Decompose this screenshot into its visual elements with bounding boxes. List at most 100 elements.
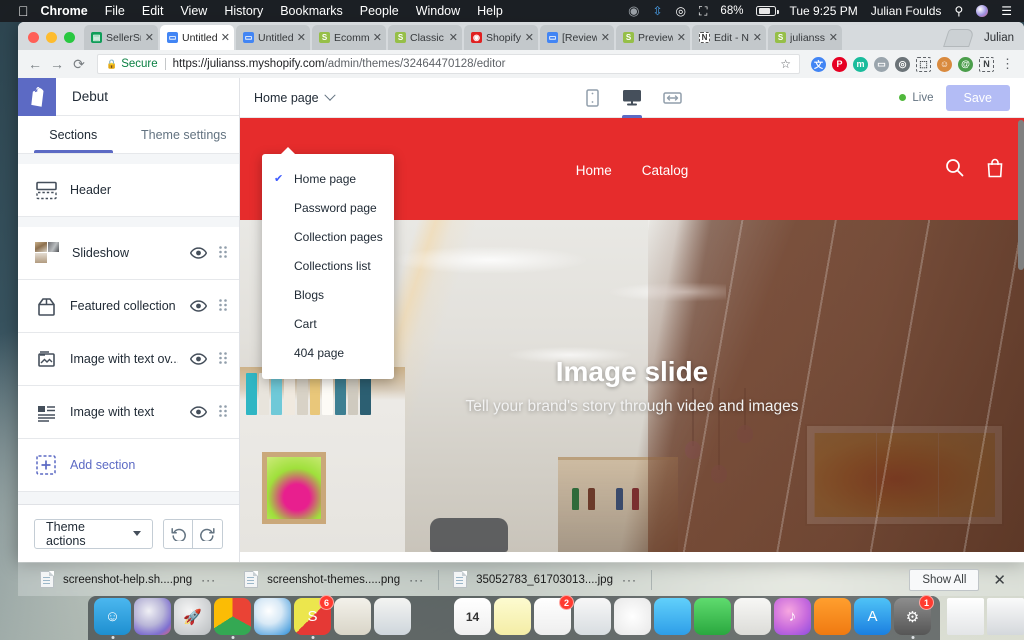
forward-button[interactable]: → xyxy=(47,54,67,74)
desktop-view-button[interactable] xyxy=(620,78,644,118)
dock-app-system-preferences[interactable]: 1 ⚙ xyxy=(894,595,934,635)
dock-app-launchpad[interactable]: 🚀 xyxy=(174,598,211,635)
download-menu-icon[interactable]: ··· xyxy=(622,573,637,587)
notification-center-icon[interactable]: ☰ xyxy=(1001,4,1012,18)
browser-tab[interactable]: ▭ Untitled d ✕ xyxy=(236,25,310,50)
close-downloads-bar-icon[interactable]: ✕ xyxy=(979,571,1016,589)
close-window-button[interactable] xyxy=(28,32,39,43)
dock-app-finder[interactable]: ☺ xyxy=(94,598,131,635)
dock-app-news[interactable] xyxy=(574,598,611,635)
creative-cloud-icon[interactable]: ◉ xyxy=(628,3,639,19)
close-tab-icon[interactable]: ✕ xyxy=(221,31,230,44)
drag-handle-icon[interactable] xyxy=(219,405,227,419)
eye-icon[interactable] xyxy=(190,300,207,312)
pinterest-ext[interactable]: P xyxy=(832,56,847,72)
clock-label[interactable]: Tue 9:25 PM xyxy=(789,4,857,18)
shopify-bag-icon[interactable] xyxy=(18,77,56,116)
drag-handle-icon[interactable] xyxy=(219,352,227,366)
dock-app-google-chrome[interactable] xyxy=(214,598,251,635)
storefront-nav-catalog[interactable]: Catalog xyxy=(642,163,689,178)
browser-tab[interactable]: ▤ SellerSmi ✕ xyxy=(84,25,158,50)
menu-item-people[interactable]: People xyxy=(360,4,399,18)
battery-icon[interactable] xyxy=(756,6,779,16)
film-ext[interactable]: ◎ xyxy=(895,56,910,72)
wifi-icon[interactable]: ◎ xyxy=(676,4,686,18)
storefront-nav-home[interactable]: Home xyxy=(576,163,612,178)
search-icon[interactable] xyxy=(945,158,964,182)
close-tab-icon[interactable]: ✕ xyxy=(829,31,838,44)
menu-item-help[interactable]: Help xyxy=(477,4,503,18)
eye-icon[interactable] xyxy=(190,247,207,259)
bookmark-star-icon[interactable]: ☆ xyxy=(774,57,791,71)
download-menu-icon[interactable]: ··· xyxy=(409,573,424,587)
show-all-downloads-button[interactable]: Show All xyxy=(909,568,980,591)
dock-app-notes[interactable] xyxy=(494,598,531,635)
preview-scrollbar[interactable] xyxy=(1018,120,1024,270)
drag-handle-icon[interactable] xyxy=(219,299,227,313)
browser-tab[interactable]: N Edit - Nim ✕ xyxy=(692,25,766,50)
dock-app-facetime[interactable] xyxy=(694,598,731,635)
minimize-window-button[interactable] xyxy=(46,32,57,43)
dock-app-slack[interactable]: 6S xyxy=(294,595,334,635)
close-tab-icon[interactable]: ✕ xyxy=(677,31,686,44)
download-item[interactable]: 35052783_61703013....jpg ··· xyxy=(439,563,651,597)
page-menu-item[interactable]: Collection pages xyxy=(262,222,394,251)
page-menu-item[interactable]: Collections list xyxy=(262,251,394,280)
close-tab-icon[interactable]: ✕ xyxy=(753,31,762,44)
cart-icon[interactable] xyxy=(986,158,1004,183)
dock-app-messages[interactable] xyxy=(654,598,691,635)
google-translate-ext[interactable]: 文 xyxy=(811,56,826,72)
menu-item-edit[interactable]: Edit xyxy=(142,4,164,18)
back-button[interactable]: ← xyxy=(25,54,45,74)
sidebar-item-image-with-text[interactable]: Image with text xyxy=(18,386,239,438)
browser-tab[interactable]: S Preview C ✕ xyxy=(616,25,690,50)
theme-actions-button[interactable]: Theme actions xyxy=(34,518,153,549)
dock-app-keynote-charts[interactable] xyxy=(734,598,771,635)
eye-icon[interactable] xyxy=(190,353,207,365)
dock-app-safari[interactable] xyxy=(254,598,291,635)
nimbus-ext[interactable]: N xyxy=(979,56,994,72)
bluetooth-icon[interactable]: ⇳ xyxy=(652,4,662,18)
download-item[interactable]: screenshot-themes.....png ··· xyxy=(230,563,438,597)
menu-item-bookmarks[interactable]: Bookmarks xyxy=(280,4,343,18)
menu-item-history[interactable]: History xyxy=(224,4,263,18)
close-tab-icon[interactable]: ✕ xyxy=(373,31,382,44)
window-traffic-lights[interactable] xyxy=(18,32,84,50)
siri-icon[interactable] xyxy=(976,5,989,17)
browser-tab[interactable]: Sjulianss ~~ ✕ xyxy=(768,25,842,50)
redo-button[interactable] xyxy=(193,518,223,549)
screencast-ext[interactable]: ▭ xyxy=(874,56,889,72)
close-tab-icon[interactable]: ✕ xyxy=(525,31,534,44)
sidebar-item-header[interactable]: Header xyxy=(18,164,239,216)
page-menu-item[interactable]: Cart xyxy=(262,309,394,338)
page-menu-item[interactable]: Password page xyxy=(262,193,394,222)
sidebar-item-featured-collection[interactable]: Featured collection xyxy=(18,280,239,332)
dock-app-contacts[interactable] xyxy=(414,598,451,635)
dock-app-numbers[interactable] xyxy=(334,598,371,635)
chrome-menu-icon[interactable]: ⋮ xyxy=(996,56,1017,72)
dock-app-app-store[interactable]: A xyxy=(854,598,891,635)
dock-downloads-stack[interactable] xyxy=(987,598,1024,635)
account-name-label[interactable]: Julian Foulds xyxy=(871,4,942,18)
menu-item-window[interactable]: Window xyxy=(416,4,460,18)
dock-app-siri[interactable] xyxy=(134,598,171,635)
airplay-icon[interactable]: ⛶ xyxy=(699,4,707,19)
drag-handle-icon[interactable] xyxy=(219,246,227,260)
fullscreen-view-button[interactable] xyxy=(660,78,684,118)
browser-tab[interactable]: ◉ Shopify B ✕ xyxy=(464,25,538,50)
tab-sections[interactable]: Sections xyxy=(18,116,129,153)
save-button[interactable]: Save xyxy=(945,84,1010,111)
page-menu-item[interactable]: ✔ Home page xyxy=(262,164,394,193)
page-selector-dropdown[interactable]: Home page xyxy=(254,89,336,105)
dock-app-photos[interactable] xyxy=(614,598,651,635)
undo-button[interactable] xyxy=(163,518,193,549)
sidebar-item-slideshow[interactable]: Slideshow xyxy=(18,227,239,279)
apple-logo-icon[interactable]:  xyxy=(18,4,29,18)
download-item[interactable]: screenshot-help.sh....png ··· xyxy=(26,563,230,597)
browser-tab[interactable]: S Ecommer ✕ xyxy=(312,25,386,50)
menu-item-chrome[interactable]: Chrome xyxy=(41,4,88,18)
page-menu-item[interactable]: 404 page xyxy=(262,338,394,367)
dock-app-itunes[interactable]: ♪ xyxy=(774,598,811,635)
browser-tab[interactable]: ▭ Untitled d ✕ xyxy=(160,25,234,50)
spotlight-search-icon[interactable]: ⚲ xyxy=(954,4,963,18)
